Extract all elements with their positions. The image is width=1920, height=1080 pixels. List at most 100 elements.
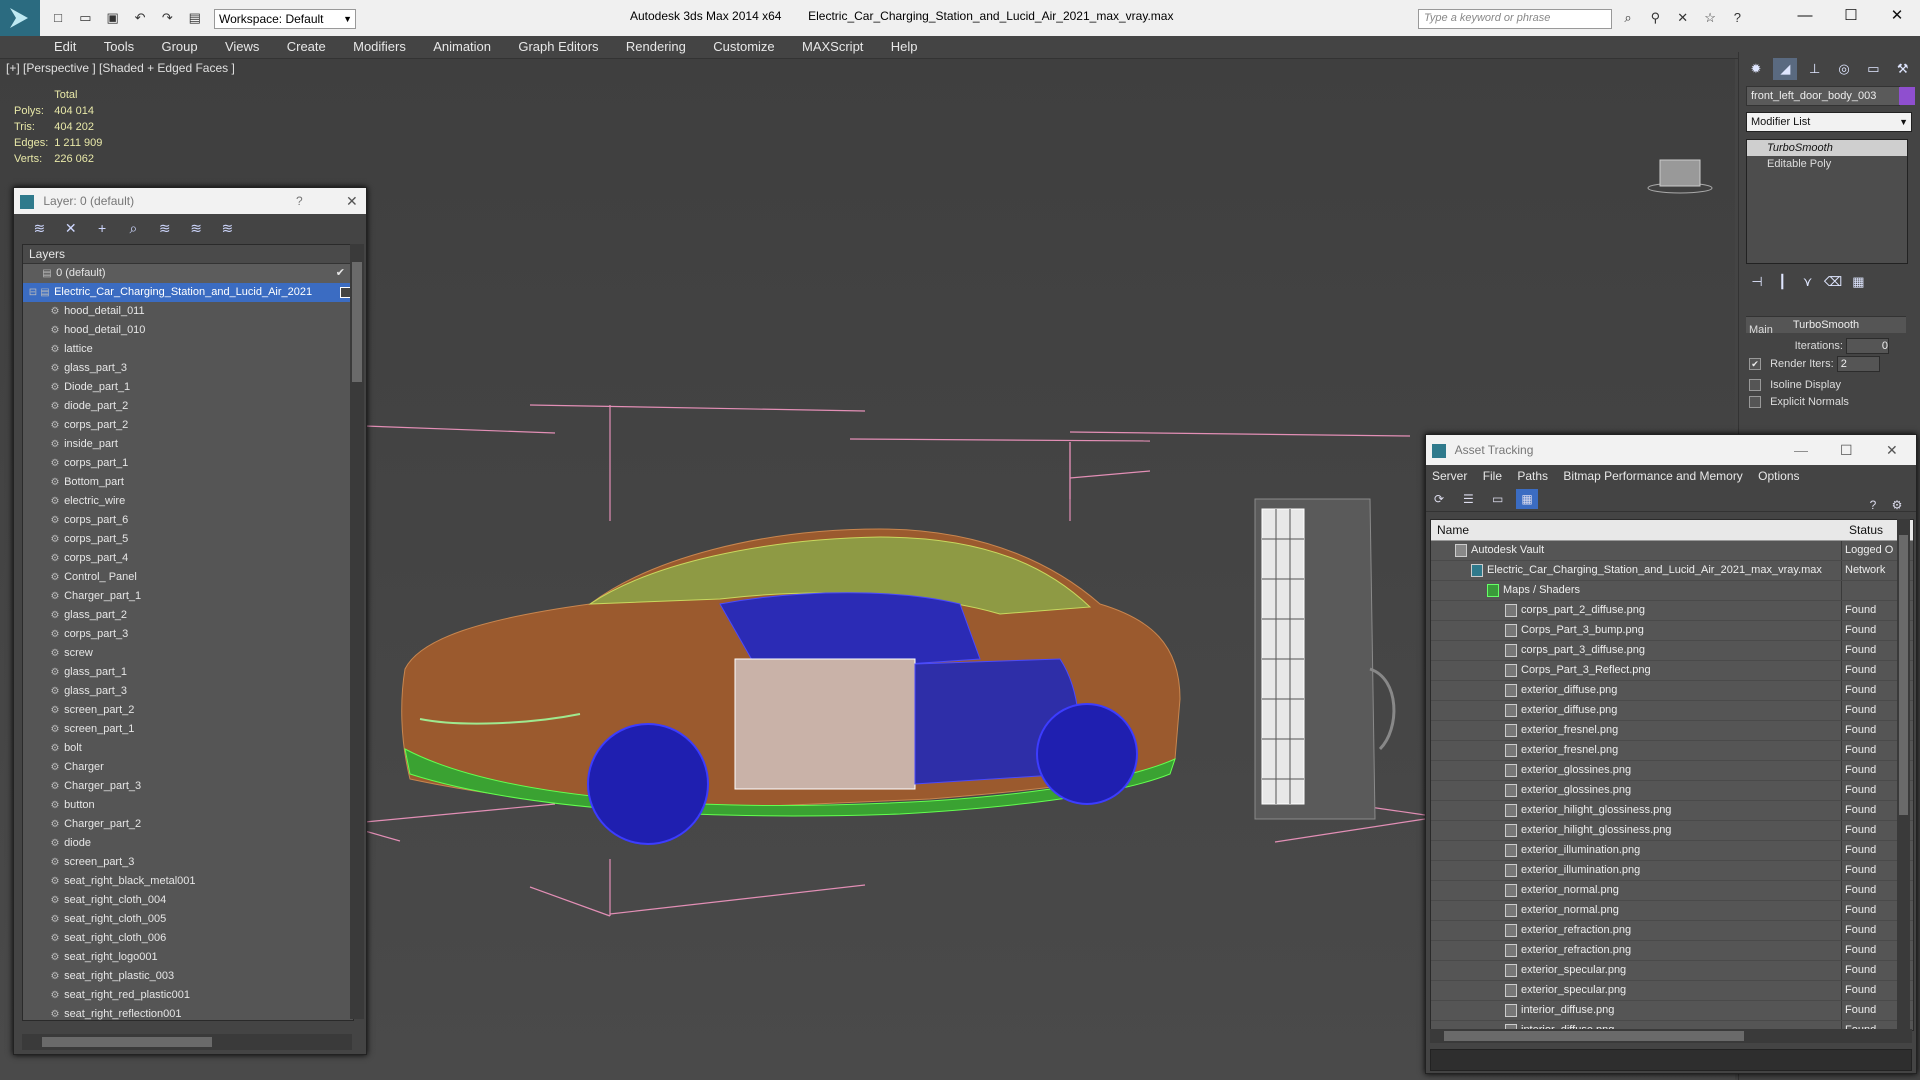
modifier-list-dropdown[interactable]: Modifier List ▼ [1746,112,1912,132]
communication-center-icon[interactable]: ⚲ [1646,9,1664,27]
menu-options[interactable]: Options [1752,465,1805,487]
modify-tab-icon[interactable]: ◢ [1773,58,1798,80]
layer-object-row[interactable]: ⚙ lattice [23,340,353,359]
asset-file-row[interactable]: exterior_normal.png Found [1431,901,1913,921]
layers-column-header[interactable]: Layers [23,245,353,264]
layer-object-row[interactable]: ⚙ corps_part_6 [23,511,353,530]
refresh-icon[interactable]: ⟳ [1428,489,1450,509]
asset-file-row[interactable]: interior_diffuse.png Found [1431,1001,1913,1021]
new-layer-icon[interactable]: ≋ [27,216,51,240]
menu-views[interactable]: Views [213,36,271,58]
asset-file-row[interactable]: exterior_illumination.png Found [1431,861,1913,881]
stack-item-turbosmooth[interactable]: TurboSmooth [1747,140,1907,156]
layer-object-row[interactable]: ⚙ glass_part_1 [23,663,353,682]
asset-file-row[interactable]: exterior_specular.png Found [1431,961,1913,981]
isoline-checkbox[interactable] [1749,379,1761,392]
select-objects-icon[interactable]: ⌕ [121,216,145,240]
layer-object-row[interactable]: ⚙ Bottom_part [23,473,353,492]
undo-icon[interactable]: ↶ [131,9,149,27]
layer-object-row[interactable]: ⚙ Charger_part_1 [23,587,353,606]
layer-object-row[interactable]: ⚙ glass_part_3 [23,359,353,378]
save-file-icon[interactable]: ▣ [104,9,122,27]
asset-row-maps-group[interactable]: Maps / Shaders [1431,581,1913,601]
show-end-result-icon[interactable]: ┃ [1772,271,1792,293]
scrollbar-thumb[interactable] [1899,535,1908,815]
layer-tree[interactable]: Layers ▤ 0 (default) ✔ ⊟ ▤ Electric_Car_C… [22,244,354,1021]
highlight-selected-icon[interactable]: ≋ [153,216,177,240]
stack-item-editable-poly[interactable]: Editable Poly [1747,156,1907,172]
name-column-header[interactable]: Name [1437,520,1469,540]
make-unique-icon[interactable]: ⋎ [1798,271,1818,293]
layer-object-row[interactable]: ⚙ Charger_part_3 [23,777,353,796]
asset-file-row[interactable]: Corps_Part_3_bump.png Found [1431,621,1913,641]
object-color-swatch[interactable] [1899,87,1915,105]
asset-file-row[interactable]: exterior_specular.png Found [1431,981,1913,1001]
thumbnail-view-icon[interactable]: ▭ [1487,489,1509,509]
help-icon[interactable]: ? [1728,9,1746,27]
layer-object-row[interactable]: ⚙ inside_part [23,435,353,454]
layer-object-row[interactable]: ⚙ Charger_part_2 [23,815,353,834]
vertical-scrollbar[interactable] [1897,519,1910,1029]
create-tab-icon[interactable]: ✹ [1744,58,1768,80]
asset-tracking-titlebar[interactable]: Asset Tracking — ☐ ✕ [1426,435,1916,465]
close-button[interactable]: ✕ [1874,0,1920,32]
layer-object-row[interactable]: ⚙ Charger [23,758,353,777]
search-input[interactable]: Type a keyword or phrase [1418,9,1612,29]
layer-object-row[interactable]: ⚙ Control_ Panel [23,568,353,587]
settings-icon[interactable]: ⚙ [1886,495,1908,515]
layer-row-default[interactable]: ▤ 0 (default) ✔ [23,264,353,283]
asset-row-vault[interactable]: Autodesk Vault Logged O [1431,541,1913,561]
layer-object-row[interactable]: ⚙ screw [23,644,353,663]
menu-group[interactable]: Group [149,36,209,58]
layer-object-row[interactable]: ⚙ seat_right_reflection001 [23,1005,353,1020]
asset-file-row[interactable]: exterior_fresnel.png Found [1431,721,1913,741]
add-to-layer-icon[interactable]: + [90,216,114,240]
menu-graph-editors[interactable]: Graph Editors [506,36,610,58]
explicit-normals-checkbox[interactable] [1749,396,1761,409]
layer-object-row[interactable]: ⚙ corps_part_3 [23,625,353,644]
new-file-icon[interactable]: □ [49,9,67,27]
layer-object-row[interactable]: ⚙ corps_part_1 [23,454,353,473]
layer-object-row[interactable]: ⚙ bolt [23,739,353,758]
menu-bitmap-performance[interactable]: Bitmap Performance and Memory [1557,465,1748,487]
binoculars-icon[interactable]: ⌕ [1619,9,1637,27]
layer-object-row[interactable]: ⚙ seat_right_cloth_005 [23,910,353,929]
menu-help[interactable]: Help [879,36,930,58]
iterations-spinner[interactable]: 0 [1846,338,1889,354]
horizontal-scrollbar[interactable] [22,1034,352,1050]
scrollbar-thumb[interactable] [1444,1031,1744,1041]
layer-object-row[interactable]: ⚙ seat_right_logo001 [23,948,353,967]
menu-paths[interactable]: Paths [1511,465,1554,487]
menu-maxscript[interactable]: MAXScript [790,36,875,58]
layer-object-row[interactable]: ⚙ corps_part_4 [23,549,353,568]
horizontal-scrollbar[interactable] [1430,1029,1912,1043]
render-iters-spinner[interactable]: 2 [1836,356,1880,372]
workspace-dropdown[interactable]: Workspace: Default ▼ [214,9,356,29]
asset-file-row[interactable]: exterior_glossines.png Found [1431,781,1913,801]
asset-file-row[interactable]: exterior_refraction.png Found [1431,941,1913,961]
table-view-icon[interactable]: ▦ [1516,489,1539,509]
layer-object-row[interactable]: ⚙ button [23,796,353,815]
collapse-icon[interactable]: ⊟ [27,283,39,302]
menu-modifiers[interactable]: Modifiers [341,36,418,58]
utilities-tab-icon[interactable]: ⚒ [1891,58,1915,80]
display-tab-icon[interactable]: ▭ [1861,58,1885,80]
list-view-icon[interactable]: ☰ [1457,489,1479,509]
render-iters-checkbox[interactable]: ✔ [1749,358,1761,370]
menu-customize[interactable]: Customize [701,36,786,58]
menu-rendering[interactable]: Rendering [614,36,698,58]
viewcube[interactable] [1645,156,1715,196]
layer-object-row[interactable]: ⚙ electric_wire [23,492,353,511]
layer-object-row[interactable]: ⚙ diode [23,834,353,853]
object-name-field[interactable]: front_left_door_body_003 [1746,86,1900,106]
help-icon[interactable]: ? [1862,495,1884,515]
remove-modifier-icon[interactable]: ⌫ [1823,271,1843,293]
layer-row-selected[interactable]: ⊟ ▤ Electric_Car_Charging_Station_and_Luc… [23,283,353,302]
minimize-icon[interactable]: — [1794,435,1808,465]
asset-file-row[interactable]: exterior_normal.png Found [1431,881,1913,901]
layer-object-row[interactable]: ⚙ screen_part_1 [23,720,353,739]
asset-file-row[interactable]: exterior_fresnel.png Found [1431,741,1913,761]
layer-object-row[interactable]: ⚙ hood_detail_010 [23,321,353,340]
asset-table[interactable]: Name Status Autodesk Vault Logged O Elec… [1430,519,1914,1031]
menu-edit[interactable]: Edit [42,36,88,58]
